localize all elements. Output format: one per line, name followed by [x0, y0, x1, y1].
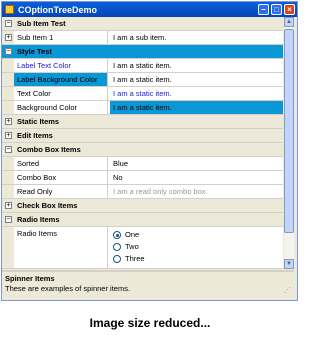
vertical-scrollbar[interactable]: ▲ ▼	[284, 17, 294, 269]
item-value[interactable]: I am a static item.	[110, 73, 283, 86]
description-pane: Spinner Items These are examples of spin…	[2, 273, 294, 297]
expand-icon[interactable]: +	[5, 34, 12, 41]
category-label: Edit Items	[17, 131, 53, 140]
category-static-items[interactable]: + Static Items	[2, 115, 283, 129]
category-label: Style Test	[17, 47, 52, 56]
row-gutter	[2, 171, 14, 184]
item-value[interactable]: I am a static item.	[110, 59, 283, 72]
expand-icon[interactable]: +	[5, 132, 12, 139]
resize-grip-icon[interactable]: ⋰	[284, 287, 292, 295]
scroll-up-arrow-icon[interactable]: ▲	[284, 17, 294, 27]
item-value: I am a read only combo box.	[113, 187, 208, 196]
tree-row-sorted[interactable]: Sorted Blue	[2, 157, 283, 171]
category-label: Sub Item Test	[17, 19, 66, 28]
row-gutter	[2, 157, 14, 170]
category-label: Static Items	[17, 117, 60, 126]
row-gutter	[2, 101, 14, 114]
category-label: Combo Box Items	[17, 145, 81, 154]
radio-label: One	[125, 230, 140, 239]
collapse-icon[interactable]: −	[5, 216, 12, 223]
tree-row-radio-items[interactable]: Radio Items One Two Three	[2, 227, 283, 269]
item-name: Text Color	[14, 87, 108, 100]
collapse-icon[interactable]: −	[5, 20, 12, 27]
tree-row-read-only[interactable]: Read Only I am a read only combo box.	[2, 185, 283, 199]
scroll-thumb[interactable]	[284, 29, 294, 233]
category-label: Radio Items	[17, 215, 60, 224]
row-gutter	[2, 185, 14, 198]
item-name: Combo Box	[14, 171, 108, 184]
description-title: Spinner Items	[5, 274, 55, 283]
tree-row-label-text-color[interactable]: Label Text Color I am a static item.	[2, 59, 283, 73]
tree-row-background-color[interactable]: Background Color I am a static item.	[2, 101, 283, 115]
maximize-button[interactable]: □	[271, 4, 282, 15]
radio-label: Three	[125, 254, 145, 263]
item-name: Radio Items	[14, 227, 108, 268]
description-splitter[interactable]	[2, 270, 294, 272]
app-icon	[5, 5, 14, 14]
category-check-box-items[interactable]: + Check Box Items	[2, 199, 283, 213]
row-gutter	[2, 227, 14, 268]
tree-row-sub-item-1[interactable]: + Sub Item 1 I am a sub item.	[2, 31, 283, 45]
radio-checked-icon[interactable]	[113, 231, 121, 239]
category-style-test[interactable]: − Style Test	[2, 45, 283, 59]
tree-row-combo-box[interactable]: Combo Box No	[2, 171, 283, 185]
description-text: These are examples of spinner items.	[5, 284, 131, 293]
radio-group: One Two Three	[110, 227, 283, 268]
category-sub-item-test[interactable]: − Sub Item Test	[2, 17, 283, 31]
category-label: Check Box Items	[17, 201, 78, 210]
category-edit-items[interactable]: + Edit Items	[2, 129, 283, 143]
radio-unchecked-icon[interactable]	[113, 255, 121, 263]
item-name: Background Color	[14, 101, 108, 114]
tree-row-label-background-color[interactable]: Label Background Color I am a static ite…	[2, 73, 283, 87]
minimize-button[interactable]: –	[258, 4, 269, 15]
collapse-icon[interactable]: −	[5, 48, 12, 55]
item-name: Label Text Color	[14, 59, 108, 72]
item-value[interactable]: I am a sub item.	[110, 31, 283, 44]
item-value[interactable]: I am a static item.	[110, 101, 283, 114]
item-value[interactable]: No	[110, 171, 283, 184]
row-gutter	[2, 87, 14, 100]
item-name: Label Background Color	[14, 73, 108, 86]
expand-icon[interactable]: +	[5, 118, 12, 125]
row-gutter: +	[2, 31, 14, 44]
title-bar[interactable]: COptionTreeDemo – □ ×	[2, 2, 297, 17]
window-title: COptionTreeDemo	[18, 4, 98, 15]
expand-icon[interactable]: +	[5, 202, 12, 209]
category-radio-items[interactable]: − Radio Items	[2, 213, 283, 227]
close-button[interactable]: ×	[284, 4, 295, 15]
item-value[interactable]: I am a static item.	[110, 87, 283, 100]
radio-unchecked-icon[interactable]	[113, 243, 121, 251]
radio-label: Two	[125, 242, 139, 251]
row-gutter	[2, 73, 14, 86]
image-caption: Image size reduced...	[89, 316, 211, 330]
item-name: Read Only	[14, 185, 108, 198]
option-tree: − Sub Item Test + Sub Item 1 I am a sub …	[2, 17, 283, 269]
row-gutter	[2, 59, 14, 72]
item-name: Sorted	[14, 157, 108, 170]
scroll-down-arrow-icon[interactable]: ▼	[284, 259, 294, 269]
item-value[interactable]: Blue	[110, 157, 283, 170]
collapse-icon[interactable]: −	[5, 146, 12, 153]
category-combo-box-items[interactable]: − Combo Box Items	[2, 143, 283, 157]
item-name: Sub Item 1	[14, 31, 108, 44]
tree-row-text-color[interactable]: Text Color I am a static item.	[2, 87, 283, 101]
